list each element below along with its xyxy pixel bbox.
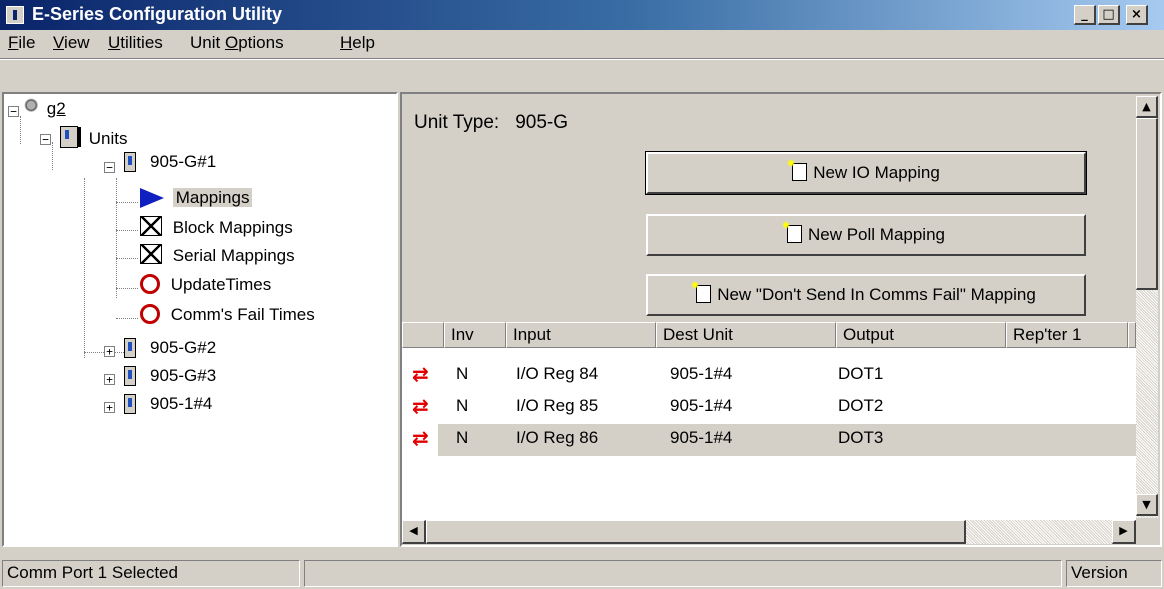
tree-line: [116, 258, 138, 259]
cell-inv: N: [456, 396, 469, 415]
column-header-extra: [1128, 322, 1136, 348]
menu-utilities[interactable]: Utilities: [108, 33, 163, 53]
tree-item-root[interactable]: g2: [24, 98, 66, 119]
cell-input: I/O Reg 86: [516, 428, 599, 447]
menu-help[interactable]: Help: [340, 33, 375, 53]
bidirectional-arrow-icon: ⇄: [412, 362, 429, 386]
menu-file[interactable]: File: [8, 33, 35, 53]
column-header-dest-unit[interactable]: Dest Unit: [656, 322, 836, 348]
clock-icon: [140, 304, 160, 324]
menu-divider: [0, 58, 1164, 60]
tree-collapse-toggle[interactable]: −: [8, 106, 19, 117]
status-comm-port: Comm Port 1 Selected: [2, 560, 300, 587]
tree-item-comms-fail-times[interactable]: Comm's Fail Times: [140, 304, 315, 325]
cell-dest-unit: 905-1#4: [670, 364, 733, 383]
network-icon: [24, 98, 42, 116]
maximize-button[interactable]: □: [1098, 5, 1120, 25]
tree-line: [116, 178, 117, 298]
bidirectional-arrow-icon: ⇄: [412, 426, 429, 450]
mapping-arrow-icon: [140, 188, 164, 208]
tree-expand-toggle[interactable]: +: [104, 346, 115, 357]
menu-bar: File View Utilities Unit Options Help: [0, 30, 1164, 58]
tree-collapse-toggle[interactable]: −: [40, 134, 51, 145]
title-bar[interactable]: E-Series Configuration Utility _ □ ×: [0, 0, 1164, 30]
tree-item-update-times[interactable]: UpdateTimes: [140, 274, 271, 295]
tree-line: [116, 202, 138, 203]
cell-dest-unit: 905-1#4: [670, 428, 733, 447]
table-row[interactable]: ⇄ N I/O Reg 85 905-1#4 DOT2: [402, 392, 1136, 424]
unit-icon: [124, 394, 136, 414]
scroll-down-button[interactable]: ▼: [1136, 494, 1158, 516]
table-row[interactable]: ⇄ N I/O Reg 84 905-1#4 DOT1: [402, 360, 1136, 392]
tree-line: [116, 288, 138, 289]
new-document-icon: [787, 159, 808, 181]
tree-collapse-toggle[interactable]: −: [104, 162, 115, 173]
tree-item-unit-905-14[interactable]: 905-1#4: [150, 394, 212, 414]
clock-icon: [140, 274, 160, 294]
new-document-icon: [691, 281, 712, 303]
tree-item-unit-905-g3[interactable]: 905-G#3: [150, 366, 216, 386]
tree-line: [20, 116, 21, 144]
cell-input: I/O Reg 84: [516, 364, 599, 383]
tree-item-block-mappings[interactable]: Block Mappings: [140, 216, 293, 238]
menu-unit-options[interactable]: Unit Options: [190, 33, 284, 53]
tree-item-unit-905-g1[interactable]: 905-G#1: [150, 152, 216, 172]
unit-icon: [124, 152, 136, 172]
tree-item-mappings[interactable]: Mappings: [140, 188, 253, 208]
units-icon: [60, 126, 78, 148]
new-document-icon: [781, 221, 802, 243]
vertical-scroll-thumb[interactable]: [1136, 118, 1158, 290]
new-dont-send-mapping-button[interactable]: New "Don't Send In Comms Fail" Mapping: [646, 274, 1086, 316]
column-header-input[interactable]: Input: [506, 322, 656, 348]
unit-icon: [124, 338, 136, 358]
cell-output: DOT2: [838, 396, 884, 415]
cell-inv: N: [456, 428, 469, 447]
status-middle: [304, 560, 1062, 587]
close-button[interactable]: ×: [1126, 5, 1148, 25]
unit-type-label: Unit Type: 905-G: [414, 112, 569, 133]
column-header-icon[interactable]: [402, 322, 444, 348]
cell-dest-unit: 905-1#4: [670, 396, 733, 415]
block-mapping-icon: [140, 216, 162, 236]
bidirectional-arrow-icon: ⇄: [412, 394, 429, 418]
tree-item-serial-mappings[interactable]: Serial Mappings: [140, 244, 295, 266]
unit-icon: [124, 366, 136, 386]
serial-mapping-icon: [140, 244, 162, 264]
window-title: E-Series Configuration Utility: [32, 4, 283, 24]
tree-item-unit-905-g2[interactable]: 905-G#2: [150, 338, 216, 358]
column-header-output[interactable]: Output: [836, 322, 1006, 348]
column-header-inv[interactable]: Inv: [444, 322, 506, 348]
scroll-left-button[interactable]: ◀: [402, 520, 426, 544]
table-row[interactable]: ⇄ N I/O Reg 86 905-1#4 DOT3: [402, 424, 1136, 456]
cell-inv: N: [456, 364, 469, 383]
tree-expand-toggle[interactable]: +: [104, 374, 115, 385]
scroll-up-button[interactable]: ▲: [1136, 96, 1158, 118]
tree-line: [116, 230, 138, 231]
new-poll-mapping-button[interactable]: New Poll Mapping: [646, 214, 1086, 256]
tree-item-units[interactable]: Units: [60, 126, 127, 149]
scroll-right-button[interactable]: ▶: [1112, 520, 1136, 544]
tree-line: [52, 142, 53, 170]
cell-input: I/O Reg 85: [516, 396, 599, 415]
horizontal-scroll-thumb[interactable]: [426, 520, 966, 544]
cell-output: DOT1: [838, 364, 884, 383]
tree-line: [116, 318, 138, 319]
tree-panel[interactable]: − g2 − Units − 905-G#1 Mappings Block Ma…: [2, 92, 398, 547]
tree-line: [84, 178, 85, 358]
cell-output: DOT3: [838, 428, 884, 447]
menu-view[interactable]: View: [53, 33, 90, 53]
tree-expand-toggle[interactable]: +: [104, 402, 115, 413]
status-version: Version: [1066, 560, 1162, 587]
minimize-button[interactable]: _: [1074, 5, 1096, 25]
column-header-repeater-1[interactable]: Rep'ter 1: [1006, 322, 1128, 348]
app-icon: [6, 6, 24, 24]
new-io-mapping-button[interactable]: New IO Mapping: [645, 151, 1087, 195]
